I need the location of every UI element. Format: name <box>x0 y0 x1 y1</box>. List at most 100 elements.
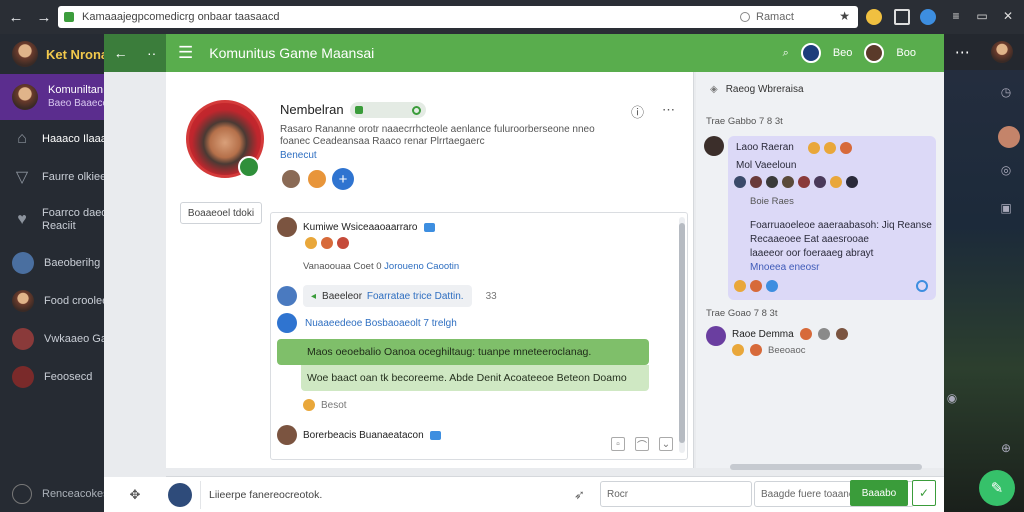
game-icon[interactable]: ◉ <box>944 390 960 406</box>
emoji-icon <box>835 328 848 340</box>
chat-scrollbar[interactable] <box>730 464 922 470</box>
pin-icon[interactable]: ◈ <box>710 84 718 95</box>
header-label[interactable]: Boo <box>896 47 916 59</box>
more-dots-icon[interactable]: ·· <box>147 45 156 61</box>
search-field[interactable]: Rocr <box>600 481 752 507</box>
gallery-icon[interactable]: ▣ <box>998 200 1014 216</box>
share-icon[interactable]: ➶ <box>574 487 585 503</box>
header-bar: ☰ Komunitus Game Maansai ⌕ Beo Boo <box>166 34 944 72</box>
scrollbar[interactable] <box>679 217 685 453</box>
move-icon: ✥ <box>129 487 141 502</box>
reply-bubble[interactable]: ◂ Baeeleor Foarratae trice Dattin. <box>303 285 472 307</box>
reaction-label: Besot <box>321 399 347 411</box>
refresh-icon[interactable] <box>916 280 928 292</box>
message-bubble-secondary[interactable]: Woe baact oan tk becoreeme. Abde Denit A… <box>301 365 649 391</box>
forward-icon[interactable]: → <box>32 5 56 29</box>
more-dots-icon[interactable]: ⋯ <box>955 43 970 61</box>
emoji-icon <box>750 344 762 356</box>
expand-icon[interactable]: ⌄ <box>659 437 673 451</box>
compose-fab-icon[interactable]: ✎ <box>979 470 1015 506</box>
back-arrow-icon[interactable]: ← <box>114 45 128 61</box>
reaction-row[interactable]: Besot <box>303 399 347 411</box>
clock-icon[interactable]: ◷ <box>998 84 1014 100</box>
back-icon[interactable]: ← <box>4 5 28 29</box>
link-text[interactable]: Nuaaeedeoe Bosbaoaeolt 7 trelgh <box>305 318 457 329</box>
chat-title-text: Raeog Wbreraisa <box>725 84 804 95</box>
chat-avatar[interactable] <box>706 326 726 346</box>
chat-user-name[interactable]: Raoe Demma <box>732 329 794 340</box>
sidebar-item-label: Foarrco daeoo <box>42 207 114 219</box>
more-icon[interactable]: ⋯ <box>662 102 675 121</box>
sidebar-item-label: Baeoberihg <box>44 257 101 269</box>
chat-timestamp: Trae Goao 7 8 3t <box>706 308 778 319</box>
close-icon[interactable]: ✕ <box>1000 9 1016 25</box>
profile-link[interactable]: Benecut <box>280 150 317 161</box>
card-line: Mnoeea eneosr <box>750 262 820 273</box>
address-bar[interactable]: Kamaaajegpcomedicrg onbaar taasaacd Rama… <box>58 6 858 28</box>
target-icon[interactable]: ◎ <box>998 162 1014 178</box>
card-reactions[interactable] <box>734 280 778 292</box>
composer: ✥ Liieerpe fanereocreotok. ➶ Rocr Baagde… <box>104 476 944 512</box>
tag-chip[interactable]: Boaaeoel tdoki <box>180 202 262 224</box>
post-author[interactable]: Borerbeacis Buanaeatacon <box>303 430 424 441</box>
post-meta-link[interactable]: Joroueno Caootin <box>384 261 459 272</box>
add-icon[interactable]: ⊕ <box>998 440 1014 456</box>
confirm-icon[interactable]: ✓ <box>912 480 936 506</box>
post-author[interactable]: Kumiwe Wsiceaaoaarraro <box>303 222 418 233</box>
user-avatar[interactable] <box>800 43 821 63</box>
composer-avatar[interactable] <box>168 483 192 507</box>
message-input[interactable]: Liieerpe fanereocreotok. <box>200 481 492 509</box>
star-icon[interactable]: ★ <box>839 9 850 23</box>
add-friend-icon[interactable]: + <box>332 168 354 190</box>
composer-tool[interactable]: ✥ <box>104 477 166 512</box>
card-name: Laoo Raeran <box>736 142 794 153</box>
friend-avatar[interactable] <box>306 168 328 190</box>
chat-message-card[interactable]: Laoo Raeran Mol Vaeeloun Boie Raes Foarr… <box>728 136 936 300</box>
window-icon[interactable]: ▭ <box>974 9 990 25</box>
image-icon[interactable]: ▫ <box>611 437 625 451</box>
attach-icon[interactable]: ⌒ <box>635 437 649 452</box>
reply-link[interactable]: Foarratae trice Dattin. <box>367 291 464 302</box>
card-avatars <box>734 176 858 188</box>
send-button[interactable]: Baaabo <box>850 480 908 506</box>
sidebar-item-label: Feoosecd <box>44 371 93 383</box>
link-row[interactable]: Nuaaeedeoe Bosbaoaeolt 7 trelgh <box>277 313 457 333</box>
status-toggle[interactable] <box>350 102 426 118</box>
hamburger-icon[interactable]: ☰ <box>178 43 193 63</box>
chat-avatar[interactable] <box>704 136 724 156</box>
chat-panel: ◈ Raeog Wbreraisa Trae Gabbo 7 8 3t Laoo… <box>696 72 944 470</box>
scroll-thumb[interactable] <box>679 223 685 443</box>
emoji-reactions[interactable] <box>305 237 349 249</box>
chat-timestamp: Trae Gabbo 7 8 3t <box>706 116 783 127</box>
card-line: Recaaeoee Eat aaesrooae <box>750 234 869 245</box>
user-avatar[interactable] <box>864 43 885 63</box>
info-icon[interactable]: ⓘ <box>631 102 644 121</box>
sidebar-item-label: Faurre olkiee <box>42 171 107 183</box>
header-label[interactable]: Beo <box>833 47 853 59</box>
menu-lines-icon[interactable]: ≡ <box>948 9 964 25</box>
emoji-icon <box>824 142 836 154</box>
emoji-icon <box>817 328 830 340</box>
user-avatar <box>12 290 34 312</box>
extension-icon[interactable] <box>866 9 882 25</box>
verified-badge-icon <box>423 222 435 232</box>
chat-user-sub-row: Beeoaoc <box>732 344 806 356</box>
author-avatar[interactable] <box>277 217 297 237</box>
user-avatar <box>12 252 34 274</box>
sidebar-bottom[interactable]: Renceacokes <box>12 484 109 504</box>
profile-icon[interactable] <box>920 9 936 25</box>
message-bubble-primary[interactable]: Maos oeoebalio Oanoa oceghiltaug: tuanpe… <box>277 339 649 365</box>
emoji-icon <box>750 280 762 292</box>
app-name: Ket Nrona <box>46 46 109 62</box>
friend-avatar[interactable] <box>280 168 302 190</box>
bookmark-icon[interactable] <box>894 9 910 25</box>
profile-name: Nembelran <box>280 102 344 117</box>
mini-avatar <box>814 176 826 188</box>
reply-avatar[interactable] <box>277 286 297 306</box>
search-icon[interactable]: ⌕ <box>783 47 789 60</box>
rail-avatar[interactable] <box>998 126 1020 148</box>
url-search[interactable]: Ramact <box>740 9 840 25</box>
reply-arrow-icon: ◂ <box>311 290 317 302</box>
author-avatar[interactable] <box>277 425 297 445</box>
rail-avatar[interactable] <box>991 41 1014 63</box>
